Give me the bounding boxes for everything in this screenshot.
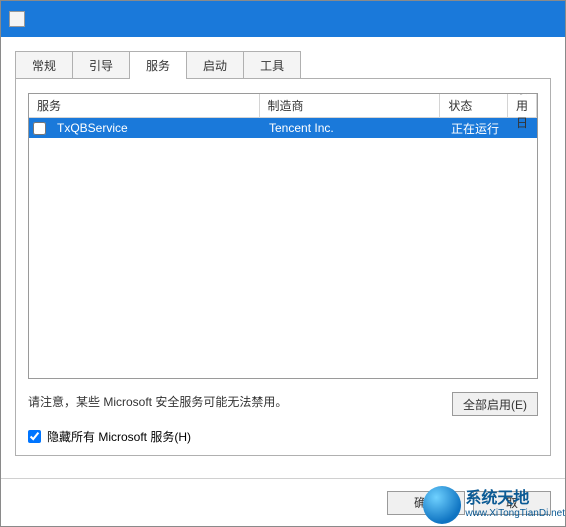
col-manufacturer[interactable]: 制造商 [260, 94, 441, 117]
hide-ms-checkbox[interactable] [28, 430, 41, 443]
tab-services[interactable]: 服务 [129, 51, 187, 79]
enable-all-button[interactable]: 全部启用(E) [452, 392, 538, 416]
col-status[interactable]: 状态 [440, 94, 508, 117]
tab-general[interactable]: 常规 [15, 51, 73, 78]
tab-strip: 常规 引导 服务 启动 工具 [15, 51, 551, 79]
hide-ms-row[interactable]: 隐藏所有 Microsoft 服务(H) [28, 428, 538, 445]
cell-service: TxQBService [49, 121, 261, 135]
services-pane: 服务 制造商 状态 禁用日 TxQBServiceTencent Inc.正在运… [15, 79, 551, 456]
cell-status: 正在运行 [443, 120, 511, 137]
dialog-footer: 确定 取 [1, 478, 565, 526]
services-list[interactable]: 服务 制造商 状态 禁用日 TxQBServiceTencent Inc.正在运… [28, 93, 538, 379]
tab-boot[interactable]: 引导 [72, 51, 130, 78]
row-checkbox-wrap [29, 122, 49, 135]
table-row[interactable]: TxQBServiceTencent Inc.正在运行 [29, 118, 537, 138]
tab-startup[interactable]: 启动 [186, 51, 244, 78]
list-body: TxQBServiceTencent Inc.正在运行 [29, 118, 537, 138]
tab-tools[interactable]: 工具 [243, 51, 301, 78]
titlebar [1, 1, 565, 37]
hide-ms-label: 隐藏所有 Microsoft 服务(H) [47, 428, 191, 445]
list-header: 服务 制造商 状态 禁用日 [29, 94, 537, 118]
col-disable-date[interactable]: 禁用日 [508, 94, 537, 117]
col-service[interactable]: 服务 [29, 94, 260, 117]
ok-button[interactable]: 确定 [387, 491, 465, 515]
dialog-body: 常规 引导 服务 启动 工具 服务 制造商 状态 禁用日 TxQBService… [1, 37, 565, 456]
row-checkbox[interactable] [33, 122, 46, 135]
cancel-button[interactable]: 取 [473, 491, 551, 515]
cell-manufacturer: Tencent Inc. [261, 121, 443, 135]
system-config-icon [9, 11, 25, 27]
